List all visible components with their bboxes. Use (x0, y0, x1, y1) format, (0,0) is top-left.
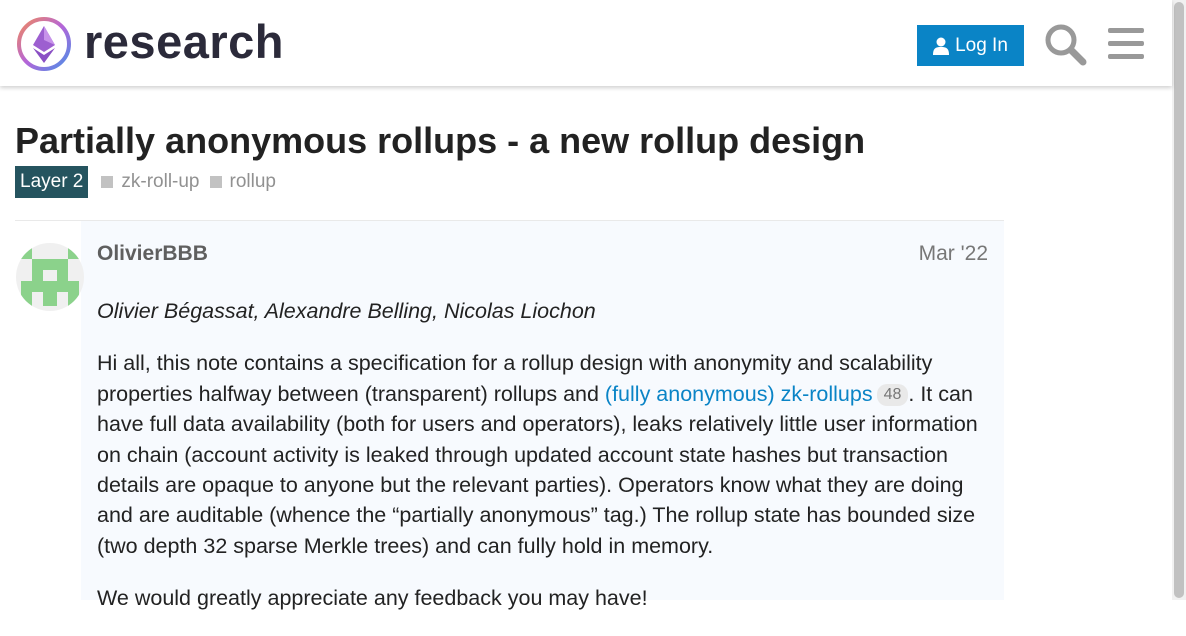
tag-zk-roll-up[interactable]: zk-roll-up (101, 171, 200, 193)
post-paragraph: We would greatly appreciate any feedback… (97, 586, 648, 611)
hamburger-menu-icon[interactable] (1104, 22, 1148, 66)
paragraph-text: . It can have full data availability (bo… (97, 381, 978, 558)
site-logo-text[interactable]: research (84, 14, 284, 70)
logo-icon[interactable] (16, 16, 72, 72)
post-username[interactable]: OlivierBBB (97, 240, 208, 268)
tag-rollup[interactable]: rollup (209, 171, 276, 193)
avatar[interactable] (16, 243, 84, 311)
login-button[interactable]: Log In (917, 25, 1024, 66)
tag-square-icon (101, 176, 114, 188)
topic-tags: Layer 2 zk-roll-up rollup (15, 166, 276, 198)
post-body: Olivier Bégassat, Alexandre Belling, Nic… (97, 296, 997, 636)
user-icon (933, 37, 950, 55)
search-icon[interactable] (1043, 22, 1087, 66)
post-authors: Olivier Bégassat, Alexandre Belling, Nic… (97, 299, 596, 323)
tag-label: rollup (229, 171, 276, 192)
topic-title[interactable]: Partially anonymous rollups - a new roll… (15, 118, 865, 164)
tag-label: zk-roll-up (121, 171, 200, 192)
page-scrollbar[interactable] (1172, 0, 1186, 600)
zk-rollups-link[interactable]: (fully anonymous) zk-rollups (605, 382, 873, 406)
category-badge[interactable]: Layer 2 (15, 166, 89, 198)
link-click-count-badge: 48 (876, 383, 909, 406)
login-label: Log In (955, 34, 1008, 56)
scrollbar-thumb[interactable] (1174, 2, 1184, 598)
post-date[interactable]: Mar '22 (900, 240, 988, 268)
post-paragraph: Hi all, this note contains a specificati… (97, 348, 997, 561)
site-header: research Log In (0, 0, 1172, 86)
identicon-icon (16, 243, 84, 311)
tag-square-icon (209, 176, 222, 188)
